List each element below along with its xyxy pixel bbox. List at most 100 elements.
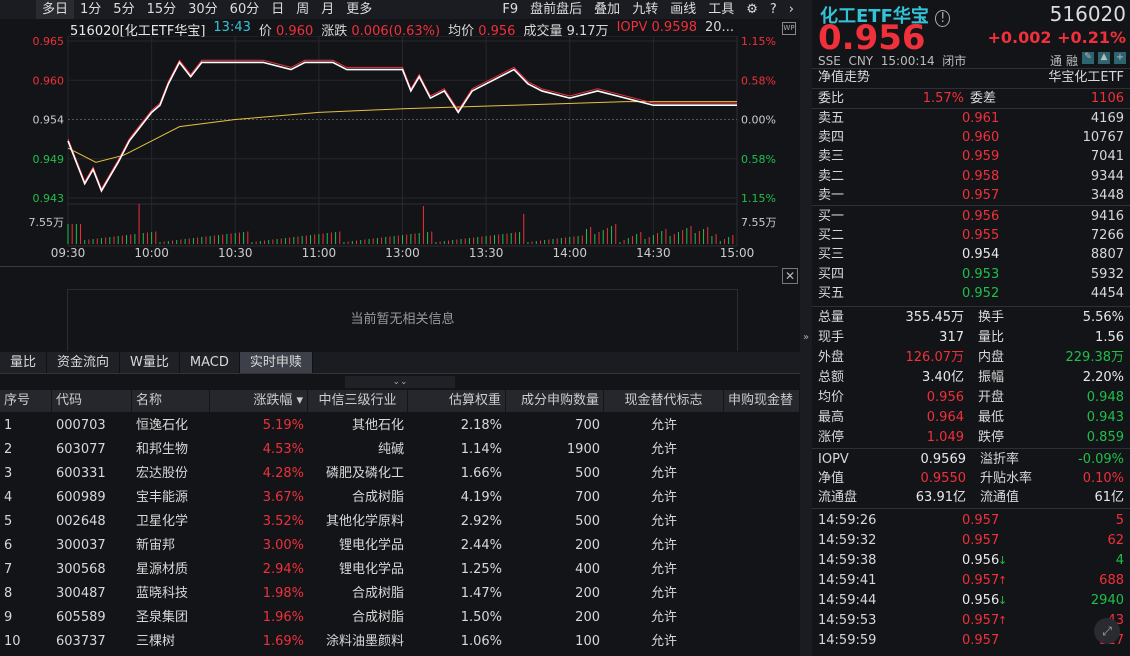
- table-cell: 允许: [604, 510, 724, 534]
- tick-volume: 62: [1107, 531, 1124, 550]
- column-header[interactable]: 名称: [132, 390, 210, 412]
- table-cell: 允许: [604, 438, 724, 462]
- table-row[interactable]: 3600331宏达股份4.28%磷肥及磷化工1.66%500允许: [0, 462, 800, 486]
- chevron-down-icon[interactable]: ⌄⌄: [345, 376, 455, 388]
- period-8[interactable]: 月: [315, 0, 340, 19]
- table-row[interactable]: 5002648卫星化学3.52%其他化学原料2.92%500允许: [0, 510, 800, 534]
- stat-row: 总量355.45万换手5.56%: [818, 308, 1124, 327]
- tab-3[interactable]: MACD: [180, 352, 240, 373]
- table-row[interactable]: 10603737三棵树1.69%涂料油墨颜料1.06%100允许: [0, 630, 800, 654]
- stat-label: 总额: [818, 368, 844, 387]
- column-header[interactable]: 序号: [0, 390, 52, 412]
- nav-trend-link[interactable]: 净值走势: [818, 68, 870, 87]
- info-icon[interactable]: !: [935, 10, 950, 27]
- tick-row: 14:59:380.956↓4: [818, 551, 1124, 570]
- tool-2[interactable]: 叠加: [588, 0, 626, 19]
- quote-code: 516020: [1050, 2, 1126, 26]
- tool-4[interactable]: 画线: [664, 0, 702, 19]
- period-3[interactable]: 15分: [141, 0, 183, 19]
- table-cell: 锂电化学品: [308, 558, 408, 582]
- column-header[interactable]: 中信三级行业: [308, 390, 408, 412]
- tag-rong: 融: [1066, 52, 1078, 69]
- period-9[interactable]: 更多: [340, 0, 378, 19]
- tab-0[interactable]: 量比: [0, 352, 47, 373]
- pct-tick: 1.15%: [741, 192, 776, 205]
- level-price: 0.958: [962, 167, 999, 186]
- level-volume: 7041: [1091, 147, 1124, 166]
- table-row[interactable]: 4600989宝丰能源3.67%合成树脂4.19%700允许: [0, 486, 800, 510]
- pct-tick: 0.00%: [741, 114, 776, 127]
- tab-2[interactable]: W量比: [120, 352, 180, 373]
- period-5[interactable]: 60分: [224, 0, 266, 19]
- table-row[interactable]: 9605589圣泉集团1.96%合成树脂1.50%200允许: [0, 606, 800, 630]
- tool-5[interactable]: 工具: [702, 0, 740, 19]
- column-header[interactable]: 代码: [52, 390, 132, 412]
- price-tick: 0.943: [33, 192, 65, 205]
- table-cell: 2.92%: [408, 510, 506, 534]
- tool-0[interactable]: F9: [496, 0, 524, 19]
- level-label: 卖四: [818, 128, 844, 147]
- help-icon[interactable]: ?: [764, 0, 783, 19]
- tab-4[interactable]: 实时申赎: [240, 352, 313, 373]
- close-icon[interactable]: ✕: [782, 268, 798, 284]
- table-cell: 5: [0, 510, 52, 534]
- time-tick: 11:00: [302, 246, 337, 260]
- table-cell: 700: [506, 414, 604, 438]
- table-row[interactable]: 7300568星源材质2.94%锂电化学品1.25%400允许: [0, 558, 800, 582]
- level-volume: 8807: [1091, 245, 1124, 264]
- stat-label: 振幅: [978, 368, 1004, 387]
- stat-row: 总额3.40亿振幅2.20%: [818, 368, 1124, 387]
- table-cell: 6: [0, 534, 52, 558]
- add-icon[interactable]: +: [1114, 52, 1126, 64]
- panel-divider[interactable]: »: [800, 0, 812, 656]
- stat-value: 229.38万: [1066, 348, 1125, 367]
- expand-icon[interactable]: »: [803, 332, 809, 343]
- period-1[interactable]: 1分: [74, 0, 107, 19]
- tab-1[interactable]: 资金流向: [47, 352, 120, 373]
- edit-icon[interactable]: ✎: [1082, 52, 1094, 64]
- wp-icon[interactable]: WP: [782, 22, 796, 35]
- level-volume: 7266: [1091, 226, 1124, 245]
- period-toolbar: 多日1分5分15分30分60分日周月更多 F9盘前盘后叠加九转画线工具⚙?›: [0, 0, 800, 19]
- level-label: 卖三: [818, 147, 844, 166]
- pct-tick: 0.58%: [741, 74, 776, 87]
- period-0[interactable]: 多日: [36, 0, 74, 19]
- chevron-right-icon[interactable]: ›: [783, 0, 800, 19]
- period-4[interactable]: 30分: [182, 0, 224, 19]
- column-header[interactable]: 估算权重: [408, 390, 506, 412]
- column-header[interactable]: 现金替代标志: [604, 390, 724, 412]
- expand-arrow-icon[interactable]: ⤢: [1094, 618, 1120, 644]
- price-tick: 0.954: [33, 114, 65, 127]
- column-header[interactable]: 申购现金替: [724, 390, 800, 412]
- ask-row: 卖五0.9614169: [818, 109, 1124, 128]
- stat-label: 最低: [978, 408, 1004, 427]
- tool-1[interactable]: 盘前盘后: [524, 0, 588, 19]
- stat-value: 0.9569: [921, 450, 967, 469]
- tick-time: 14:59:59: [818, 631, 876, 650]
- bid-row: 买五0.9524454: [818, 284, 1124, 303]
- table-row[interactable]: 1000703恒逸石化5.19%其他石化2.18%700允许: [0, 414, 800, 438]
- table-row[interactable]: 8300487蓝晓科技1.98%合成树脂1.47%200允许: [0, 582, 800, 606]
- bid-row: 买一0.9569416: [818, 207, 1124, 226]
- tool-3[interactable]: 九转: [626, 0, 664, 19]
- column-header[interactable]: 成分申购数量: [506, 390, 604, 412]
- stat-label: 最高: [818, 408, 844, 427]
- table-cell: 允许: [604, 606, 724, 630]
- table-row[interactable]: 2603077和邦生物4.53%纯碱1.14%1900允许: [0, 438, 800, 462]
- column-header[interactable]: 涨跌幅 ▾: [210, 390, 308, 412]
- period-6[interactable]: 日: [265, 0, 290, 19]
- tick-time: 14:59:41: [818, 571, 876, 590]
- time-tick: 13:30: [469, 246, 504, 260]
- stat-value: 0.859: [1087, 428, 1124, 447]
- period-2[interactable]: 5分: [107, 0, 140, 19]
- bell-icon[interactable]: ▲: [1098, 52, 1110, 64]
- table-cell: 10: [0, 630, 52, 654]
- table-cell: 1.06%: [408, 630, 506, 654]
- table-row[interactable]: 6300037新宙邦3.00%锂电化学品2.44%200允许: [0, 534, 800, 558]
- ask-row: 卖三0.9597041: [818, 147, 1124, 166]
- period-7[interactable]: 周: [290, 0, 315, 19]
- gear-icon[interactable]: ⚙: [740, 0, 764, 19]
- intraday-chart[interactable]: 0.9651.15%0.9600.58%0.9540.00%0.9490.58%…: [0, 36, 800, 258]
- time-tick: 10:30: [218, 246, 253, 260]
- level-price: 0.955: [962, 226, 999, 245]
